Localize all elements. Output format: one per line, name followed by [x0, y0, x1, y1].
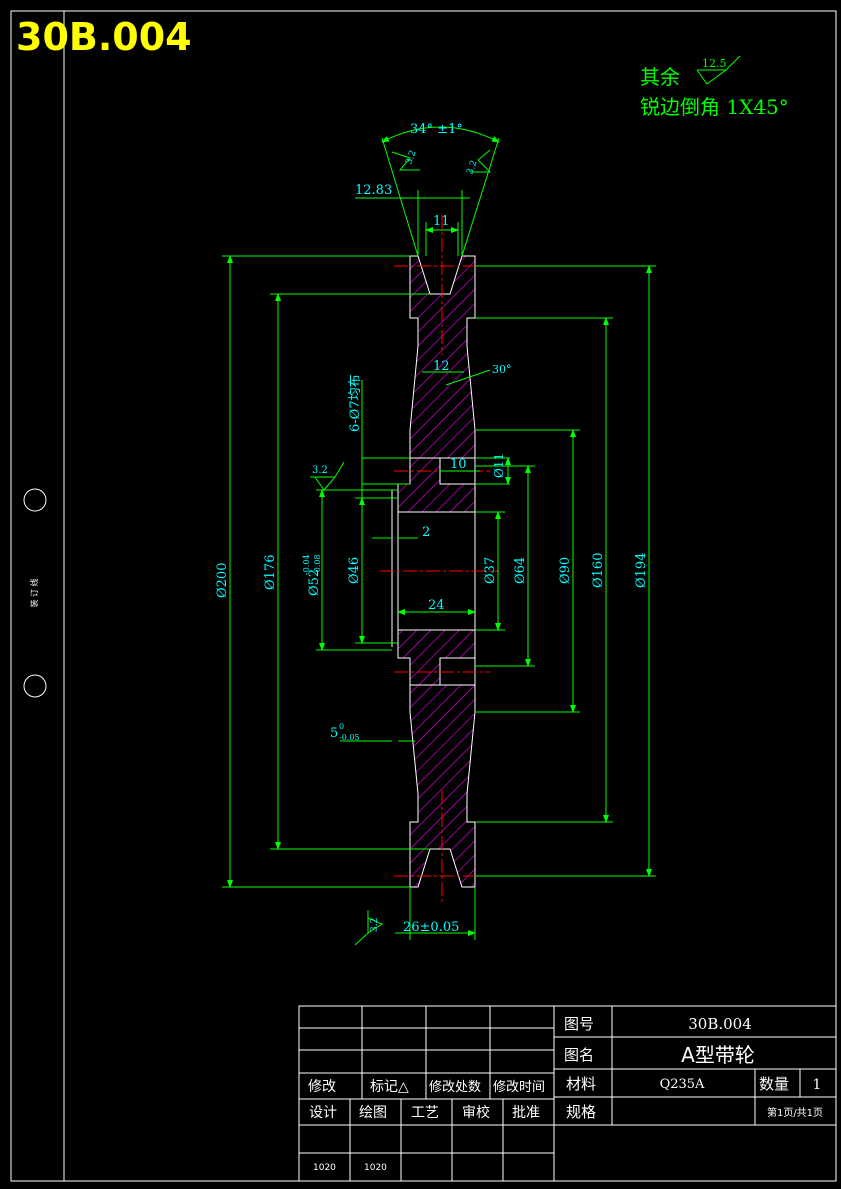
rev-label-3: 修改时间 — [493, 1080, 545, 1095]
dim-hole-depth: 10 — [450, 457, 467, 472]
sign-label-2: 工艺 — [411, 1105, 439, 1121]
sign-label-4: 批准 — [512, 1105, 540, 1121]
rev-label-2: 修改处数 — [429, 1080, 481, 1095]
page-count: 第1页/共1页 — [767, 1106, 823, 1119]
fig-no-label: 图号 — [564, 1015, 594, 1033]
dim-hub-roughness: 3.2 — [312, 465, 328, 476]
dim-groove-roughness-left: 3.2 — [404, 149, 418, 166]
dim-width: 26±0.05 — [403, 920, 459, 935]
drawing-number-heading: 30B.004 — [16, 15, 192, 59]
spec-label: 规格 — [566, 1103, 596, 1121]
dim-keyway-width: 5 — [330, 726, 338, 741]
binding-hole-top — [23, 488, 47, 512]
dim-d52-tol-up: -0.04 — [302, 554, 311, 575]
material: Q235A — [660, 1077, 705, 1092]
dim-hub-length: 24 — [428, 598, 445, 613]
chamfer-note: 锐边倒角 1X45° — [640, 95, 789, 119]
fig-no: 30B.004 — [688, 1015, 752, 1033]
dim-d200: Ø200 — [215, 563, 230, 598]
part-name: A型带轮 — [681, 1043, 755, 1067]
qty-label: 数量 — [759, 1075, 789, 1093]
dim-d46: Ø46 — [347, 557, 362, 584]
dim-hole-dia: Ø11 — [492, 453, 506, 478]
material-label: 材料 — [566, 1075, 596, 1093]
dim-keyway-tol-low: -0.05 — [339, 733, 360, 742]
dim-keyway-offset: 2 — [422, 525, 430, 540]
dim-web-angle: 30° — [492, 363, 512, 376]
sign-label-1: 绘图 — [359, 1105, 387, 1121]
remaining-roughness-value: 12.5 — [702, 57, 727, 70]
rev-label-1: 标记△ — [370, 1079, 409, 1095]
binding-hole-bottom — [23, 674, 47, 698]
sign-label-3: 审校 — [462, 1104, 490, 1121]
dim-web-thickness: 12 — [433, 359, 450, 374]
lower-rim-section — [409, 684, 476, 888]
name-label: 图名 — [564, 1046, 594, 1064]
dim-groove-roughness-right: 3.2 — [465, 159, 479, 176]
sign-label-0: 设计 — [309, 1105, 337, 1121]
qty: 1 — [813, 1077, 822, 1093]
date-1: 1020 — [364, 1163, 387, 1173]
title-block-text: 图号 30B.004 图名 A型带轮 材料 Q235A 数量 1 规格 第1页/… — [308, 1015, 823, 1173]
drawing-sheet: 装 订 线 30B.004 其余 12.5 锐边倒角 1X45° 34° ±1°… — [10, 10, 837, 1182]
dim-d176: Ø176 — [263, 555, 278, 590]
dim-groove-angle: 34° ±1° — [410, 122, 463, 137]
dim-holes: 6-Ø7均布 — [348, 374, 363, 432]
date-0: 1020 — [313, 1163, 336, 1173]
dim-d90: Ø90 — [558, 557, 573, 584]
rev-label-0: 修改 — [308, 1079, 336, 1095]
dim-keyway-tol-up: 0 — [339, 722, 344, 731]
dim-groove-bottom-width: 11 — [433, 214, 450, 229]
dim-d52-tol-low: -0.08 — [313, 554, 322, 575]
dim-d160: Ø160 — [591, 553, 606, 588]
dim-groove-top-width: 12.83 — [355, 183, 392, 198]
dim-d37: Ø37 — [483, 557, 498, 584]
binding-label: 装 订 线 — [29, 578, 39, 607]
remaining-roughness-label: 其余 — [640, 65, 680, 89]
dim-d64: Ø64 — [513, 557, 528, 584]
dim-d194: Ø194 — [634, 553, 649, 588]
dim-width-roughness: 3.2 — [370, 918, 380, 932]
